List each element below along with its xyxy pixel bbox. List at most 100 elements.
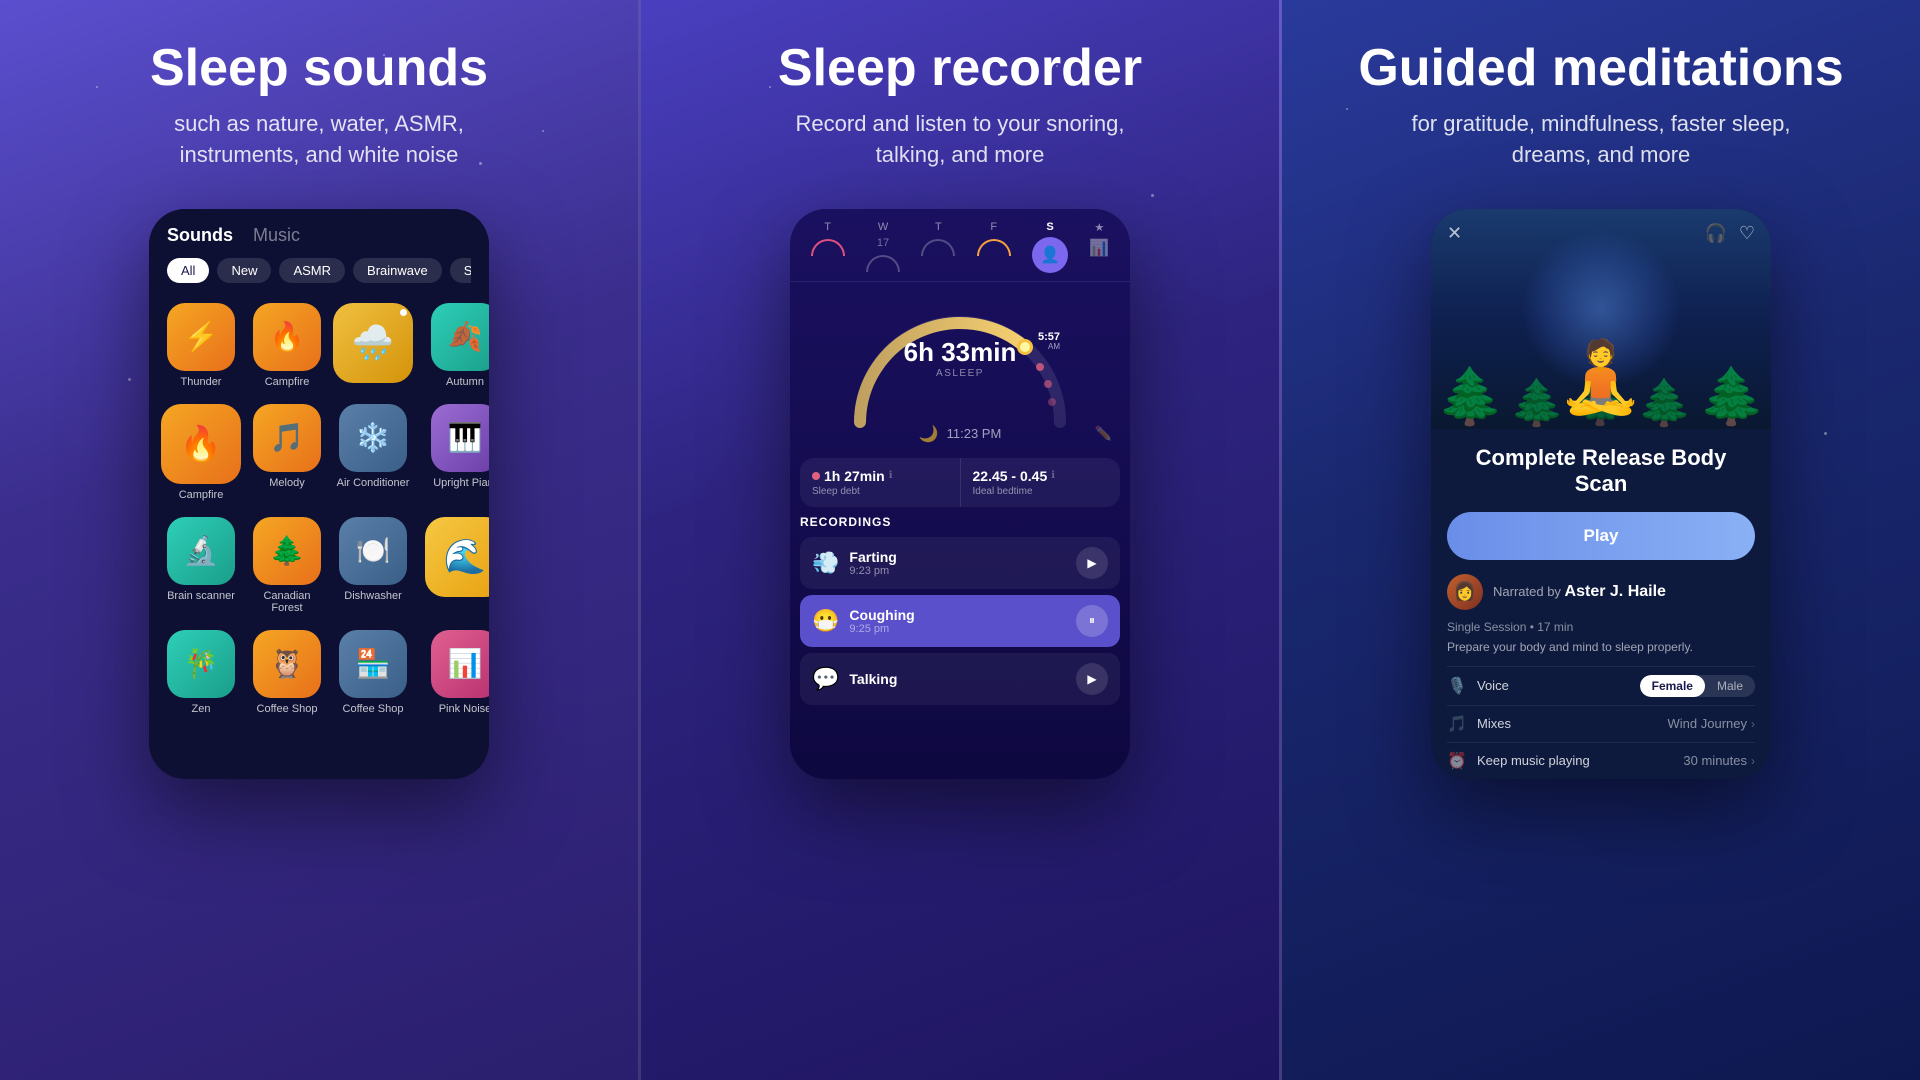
voice-female[interactable]: Female xyxy=(1640,675,1705,697)
day-F[interactable]: F xyxy=(977,221,1011,273)
sound-piano[interactable]: 🎹 Upright Pian. xyxy=(421,398,489,507)
tree-right: 🌲 xyxy=(1698,364,1766,429)
autumn-icon: 🍂 xyxy=(431,303,489,371)
headphones-icon[interactable]: 🎧 xyxy=(1704,223,1726,244)
debt-label: Sleep debt xyxy=(812,486,948,497)
panel3-title: Guided meditations xyxy=(1358,40,1843,97)
bedtime-label: Ideal bedtime xyxy=(973,486,1109,497)
voice-male[interactable]: Male xyxy=(1705,675,1755,697)
heart-icon[interactable]: ♡ xyxy=(1739,223,1755,244)
bedtime-val: 22.45 - 0.45 xyxy=(973,468,1048,484)
melody-label: Melody xyxy=(269,477,304,489)
filter-all[interactable]: All xyxy=(167,258,209,283)
autumn-label: Autumn xyxy=(446,376,484,388)
recording-coughing[interactable]: 😷 Coughing 9:25 pm ⏸ xyxy=(800,595,1120,647)
guided-meditations-panel: Guided meditations for gratitude, mindfu… xyxy=(1282,0,1920,1080)
session-desc: Prepare your body and mind to sleep prop… xyxy=(1447,640,1755,654)
arc-F xyxy=(977,239,1011,256)
coughing-pause[interactable]: ⏸ xyxy=(1076,605,1108,637)
debt-val: 1h 27min xyxy=(824,468,885,484)
sound-campfire-r1[interactable]: 🔥 Campfire xyxy=(249,297,325,394)
music-timer-value: 30 minutes xyxy=(1683,753,1747,768)
coffee-shop-label: Coffee Shop xyxy=(257,703,318,715)
sleep-duration: 6h 33min xyxy=(904,337,1017,368)
mixes-label: Mixes xyxy=(1477,716,1668,731)
music-timer-arrow: › xyxy=(1751,754,1755,768)
recordings-title: RECORDINGS xyxy=(800,515,1120,529)
sound-rain[interactable]: 🌧️ xyxy=(329,297,417,394)
sounds-phone: Sounds Music All New ASMR Brainwave Sci-… xyxy=(149,209,489,779)
pink-noise-label: Pink Noise xyxy=(439,703,489,715)
narrator-name: Aster J. Haile xyxy=(1565,583,1666,600)
sleep-arc-area: 5:57 AM 6h 33min ASLEEP xyxy=(790,282,1130,432)
sound-aircon[interactable]: ❄️ Air Conditioner xyxy=(329,398,417,507)
shop2-icon: 🏪 xyxy=(339,630,407,698)
day-S[interactable]: S 👤 xyxy=(1032,221,1068,273)
canadian-forest-label: Canadian Forest xyxy=(253,590,321,614)
stat-bedtime: 22.45 - 0.45 ℹ Ideal bedtime xyxy=(960,458,1121,507)
voice-icon: 🎙️ xyxy=(1447,676,1471,696)
sound-brainscan[interactable]: 🔬 Brain scanner xyxy=(157,511,245,620)
waves-icon: 🌊 xyxy=(425,517,489,597)
day-star[interactable]: ★ 📊 xyxy=(1089,221,1109,273)
day-T1[interactable]: T xyxy=(811,221,845,273)
day-selector: T W 17 T F S xyxy=(790,209,1130,282)
stat-debt: 1h 27min ℹ Sleep debt xyxy=(800,458,960,507)
farting-time: 9:23 pm xyxy=(849,565,1066,577)
sleep-icon: 🌙 xyxy=(919,424,939,444)
recordings-section: RECORDINGS 💨 Farting 9:23 pm ▶ 😷 Coughin… xyxy=(790,515,1130,711)
voice-toggle[interactable]: Female Male xyxy=(1640,675,1755,697)
sound-autumn[interactable]: 🍂 Autumn xyxy=(421,297,489,394)
coughing-time: 9:25 pm xyxy=(849,623,1066,635)
arc-T2 xyxy=(921,239,955,256)
meditation-title: Complete Release Body Scan xyxy=(1447,445,1755,498)
day-W[interactable]: W 17 xyxy=(866,221,900,273)
close-icon[interactable]: ✕ xyxy=(1447,223,1462,244)
edit-icon[interactable]: ✏️ xyxy=(1095,425,1112,442)
campfire-selected-icon: 🔥 xyxy=(161,404,241,484)
piano-icon: 🎹 xyxy=(431,404,489,472)
filter-brainwave[interactable]: Brainwave xyxy=(353,258,442,283)
pink-noise-icon: 📊 xyxy=(431,630,489,698)
sound-melody[interactable]: 🎵 Melody xyxy=(249,398,325,507)
coughing-name: Coughing xyxy=(849,607,1066,623)
sound-pink-noise[interactable]: 📊 Pink Noise xyxy=(421,624,489,721)
meditation-content: Complete Release Body Scan Play 👩 Narrat… xyxy=(1431,429,1771,779)
panel1-title: Sleep sounds xyxy=(150,40,488,97)
setting-mixes[interactable]: 🎵 Mixes Wind Journey › xyxy=(1447,705,1755,742)
setting-music-timer[interactable]: ⏰ Keep music playing 30 minutes › xyxy=(1447,742,1755,779)
filter-scifi[interactable]: Sci-Fi xyxy=(450,258,471,283)
mixes-icon: 🎵 xyxy=(1447,714,1471,734)
brainscan-label: Brain scanner xyxy=(167,590,235,602)
sound-shop2[interactable]: 🏪 Coffee Shop xyxy=(329,624,417,721)
play-button[interactable]: Play xyxy=(1447,512,1755,560)
panel3-subtitle: for gratitude, mindfulness, faster sleep… xyxy=(1401,109,1801,171)
rain-icon: 🌧️ xyxy=(333,303,413,383)
mixes-arrow: › xyxy=(1751,717,1755,731)
recording-talking[interactable]: 💬 Talking ▶ xyxy=(800,653,1120,705)
day-circle-S: 👤 xyxy=(1032,237,1068,273)
debt-dot xyxy=(812,472,820,480)
narrator-avatar: 👩 xyxy=(1447,574,1483,610)
voice-label: Voice xyxy=(1477,678,1640,693)
sound-thunder[interactable]: ⚡ Thunder xyxy=(157,297,245,394)
filter-new[interactable]: New xyxy=(217,258,271,283)
filter-asmr[interactable]: ASMR xyxy=(279,258,345,283)
sleep-stats: 1h 27min ℹ Sleep debt 22.45 - 0.45 ℹ Ide… xyxy=(800,458,1120,507)
sound-coffee-shop[interactable]: 🦉 Coffee Shop xyxy=(249,624,325,721)
zen-icon: 🎋 xyxy=(167,630,235,698)
day-T2[interactable]: T xyxy=(921,221,955,273)
talking-play[interactable]: ▶ xyxy=(1076,663,1108,695)
sound-canadian-forest[interactable]: 🌲 Canadian Forest xyxy=(249,511,325,620)
tab-music[interactable]: Music xyxy=(253,225,300,246)
tab-sounds[interactable]: Sounds xyxy=(167,225,233,246)
recording-farting[interactable]: 💨 Farting 9:23 pm ▶ xyxy=(800,537,1120,589)
sleep-recorder-panel: Sleep recorder Record and listen to your… xyxy=(638,0,1282,1080)
talking-emoji: 💬 xyxy=(812,666,839,692)
sound-campfire-selected[interactable]: 🔥 Campfire xyxy=(157,398,245,507)
sound-zen[interactable]: 🎋 Zen xyxy=(157,624,245,721)
tree-left: 🌲 xyxy=(1436,364,1504,429)
farting-play[interactable]: ▶ xyxy=(1076,547,1108,579)
sound-dishwasher[interactable]: 🍽️ Dishwasher xyxy=(329,511,417,620)
sound-waves[interactable]: 🌊 xyxy=(421,511,489,620)
